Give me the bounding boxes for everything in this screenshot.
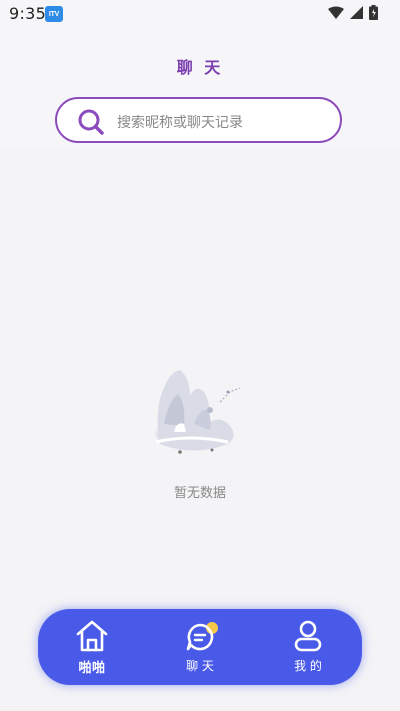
search-input[interactable]: 搜索昵称或聊天记录 — [55, 97, 342, 143]
status-bar: 9:35 ITV — [0, 0, 400, 28]
bottom-tab-bar: 啪啪 聊 天 我 的 — [38, 609, 362, 685]
status-icons — [328, 5, 378, 20]
tab-profile-label: 我 的 — [294, 659, 322, 673]
search-icon — [78, 109, 104, 135]
tab-chat-label: 聊 天 — [186, 659, 214, 673]
tab-chat[interactable]: 聊 天 — [160, 609, 240, 685]
status-time: 9:35 — [9, 4, 47, 23]
chat-bubble-icon — [186, 623, 214, 651]
battery-icon — [369, 5, 378, 20]
profile-icon — [294, 620, 322, 652]
home-icon — [76, 620, 108, 652]
wifi-icon — [328, 6, 344, 19]
tab-home[interactable]: 啪啪 — [52, 609, 132, 685]
page-title: 聊 天 — [176, 58, 224, 77]
tab-profile[interactable]: 我 的 — [268, 609, 348, 685]
itv-app-icon: ITV — [45, 6, 63, 22]
signal-icon — [350, 6, 363, 19]
search-placeholder: 搜索昵称或聊天记录 — [117, 115, 243, 131]
tab-home-label: 啪啪 — [78, 661, 106, 676]
empty-state-message: 暂无数据 — [173, 486, 226, 501]
empty-state-illustration — [155, 370, 241, 454]
